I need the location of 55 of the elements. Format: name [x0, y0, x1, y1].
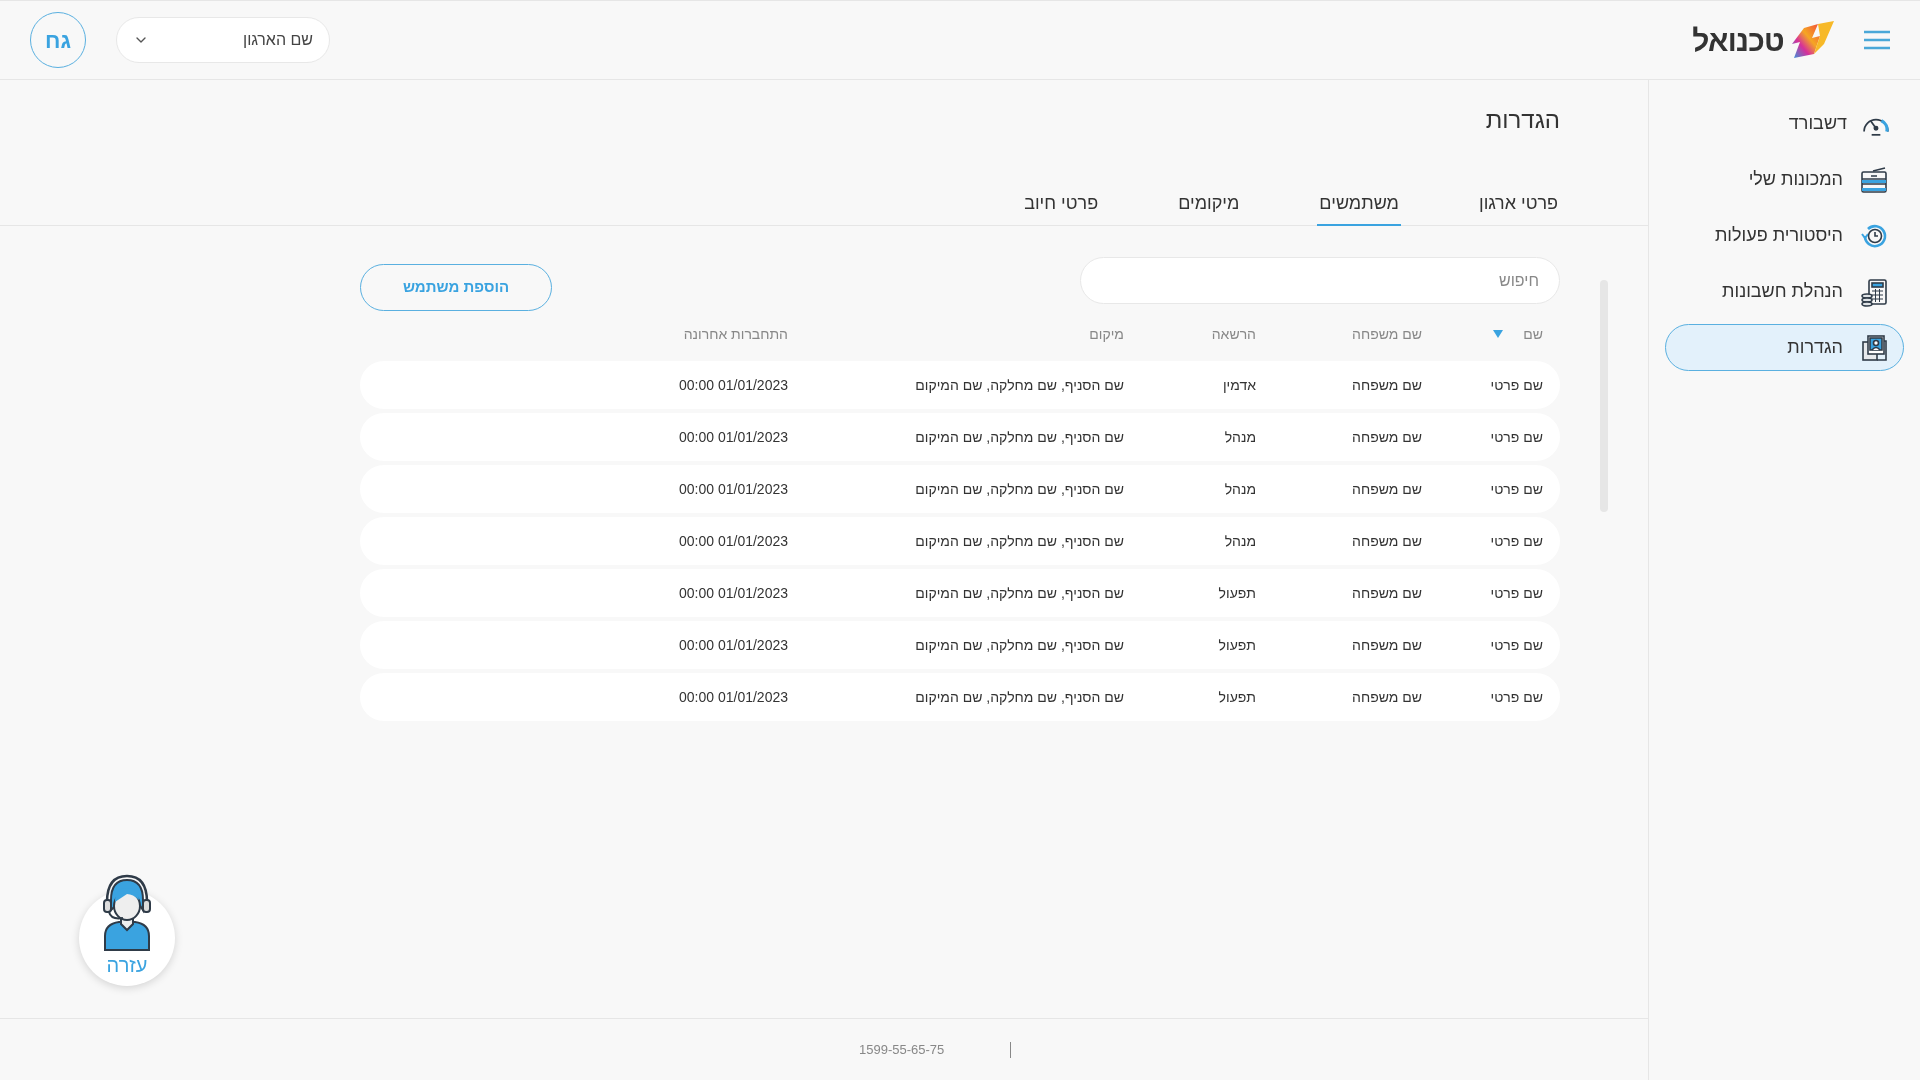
table-cell: שם הסניף, שם מחלקה, שם המיקום [915, 636, 1124, 653]
tab[interactable]: פרטי ארגון [1477, 182, 1560, 226]
table-cell: שם פרטי [1490, 428, 1543, 445]
table-cell: אדמין [1222, 376, 1256, 393]
table-cell: שם משפחה [1352, 376, 1422, 393]
table-cell: מנהל [1224, 428, 1256, 445]
table-cell: שם פרטי [1490, 636, 1543, 653]
table-cell: 00:00 01/01/2023 [679, 376, 788, 393]
table-cell: שם פרטי [1490, 584, 1543, 601]
table-cell: שם הסניף, שם מחלקה, שם המיקום [915, 584, 1124, 601]
table-cell: שם משפחה [1352, 688, 1422, 705]
organization-select[interactable]: שם הארגון [116, 17, 330, 63]
tab[interactable]: פרטי חיוב [1022, 182, 1101, 226]
table-cell: שם פרטי [1490, 532, 1543, 549]
sidebar-item[interactable]: הגדרות [1665, 324, 1904, 371]
tab[interactable]: משתמשים [1317, 182, 1401, 226]
sidebar-item[interactable]: הנהלת חשבונות [1665, 268, 1904, 315]
table-cell: שם משפחה [1352, 428, 1422, 445]
table-cell: 00:00 01/01/2023 [679, 688, 788, 705]
menu-icon[interactable] [1864, 30, 1890, 50]
table-cell: 00:00 01/01/2023 [679, 532, 788, 549]
calculator-coins-icon [1859, 276, 1889, 307]
table-cell: שם הסניף, שם מחלקה, שם המיקום [915, 532, 1124, 549]
table-cell: שם משפחה [1352, 532, 1422, 549]
table-cell: מנהל [1224, 480, 1256, 497]
copier-icon [1859, 164, 1889, 195]
table-cell: 00:00 01/01/2023 [679, 584, 788, 601]
table-cell: שם הסניף, שם מחלקה, שם המיקום [915, 688, 1124, 705]
table-cell: שם משפחה [1352, 636, 1422, 653]
sort-arrow-icon[interactable] [1493, 330, 1504, 338]
sidebar-item[interactable]: המכונות שלי [1665, 156, 1904, 203]
search-field[interactable]: חיפוש [1080, 257, 1560, 304]
table-cell: שם הסניף, שם מחלקה, שם המיקום [915, 428, 1124, 445]
phone-number: 1599-55-65-75 [859, 1040, 945, 1059]
table-cell: שם פרטי [1490, 480, 1543, 497]
table-cell: שם פרטי [1490, 688, 1543, 705]
sidebar-item[interactable]: היסטורית פעולות [1665, 212, 1904, 259]
table-cell: שם משפחה [1352, 584, 1422, 601]
table-cell: שם הסניף, שם מחלקה, שם המיקום [915, 376, 1124, 393]
table-cell: 00:00 01/01/2023 [679, 428, 788, 445]
tab[interactable]: מיקומים [1176, 182, 1242, 226]
table-cell: 00:00 01/01/2023 [679, 480, 788, 497]
table-cell: מנהל [1224, 532, 1256, 549]
table-cell: שם פרטי [1490, 376, 1543, 393]
table-cell: שם משפחה [1352, 480, 1422, 497]
table-cell: תפעול [1218, 584, 1256, 601]
logo-icon [1790, 20, 1836, 60]
table-cell: שם הסניף, שם מחלקה, שם המיקום [915, 480, 1124, 497]
logo-text: טכנואל [1692, 22, 1784, 59]
sidebar-item[interactable]: דשבורד [1665, 100, 1904, 147]
page-title: הגדרות [1484, 105, 1561, 135]
profile-document-icon [1859, 332, 1889, 363]
table-cell: תפעול [1218, 636, 1256, 653]
table-cell: 00:00 01/01/2023 [679, 636, 788, 653]
table-cell: תפעול [1218, 688, 1256, 705]
